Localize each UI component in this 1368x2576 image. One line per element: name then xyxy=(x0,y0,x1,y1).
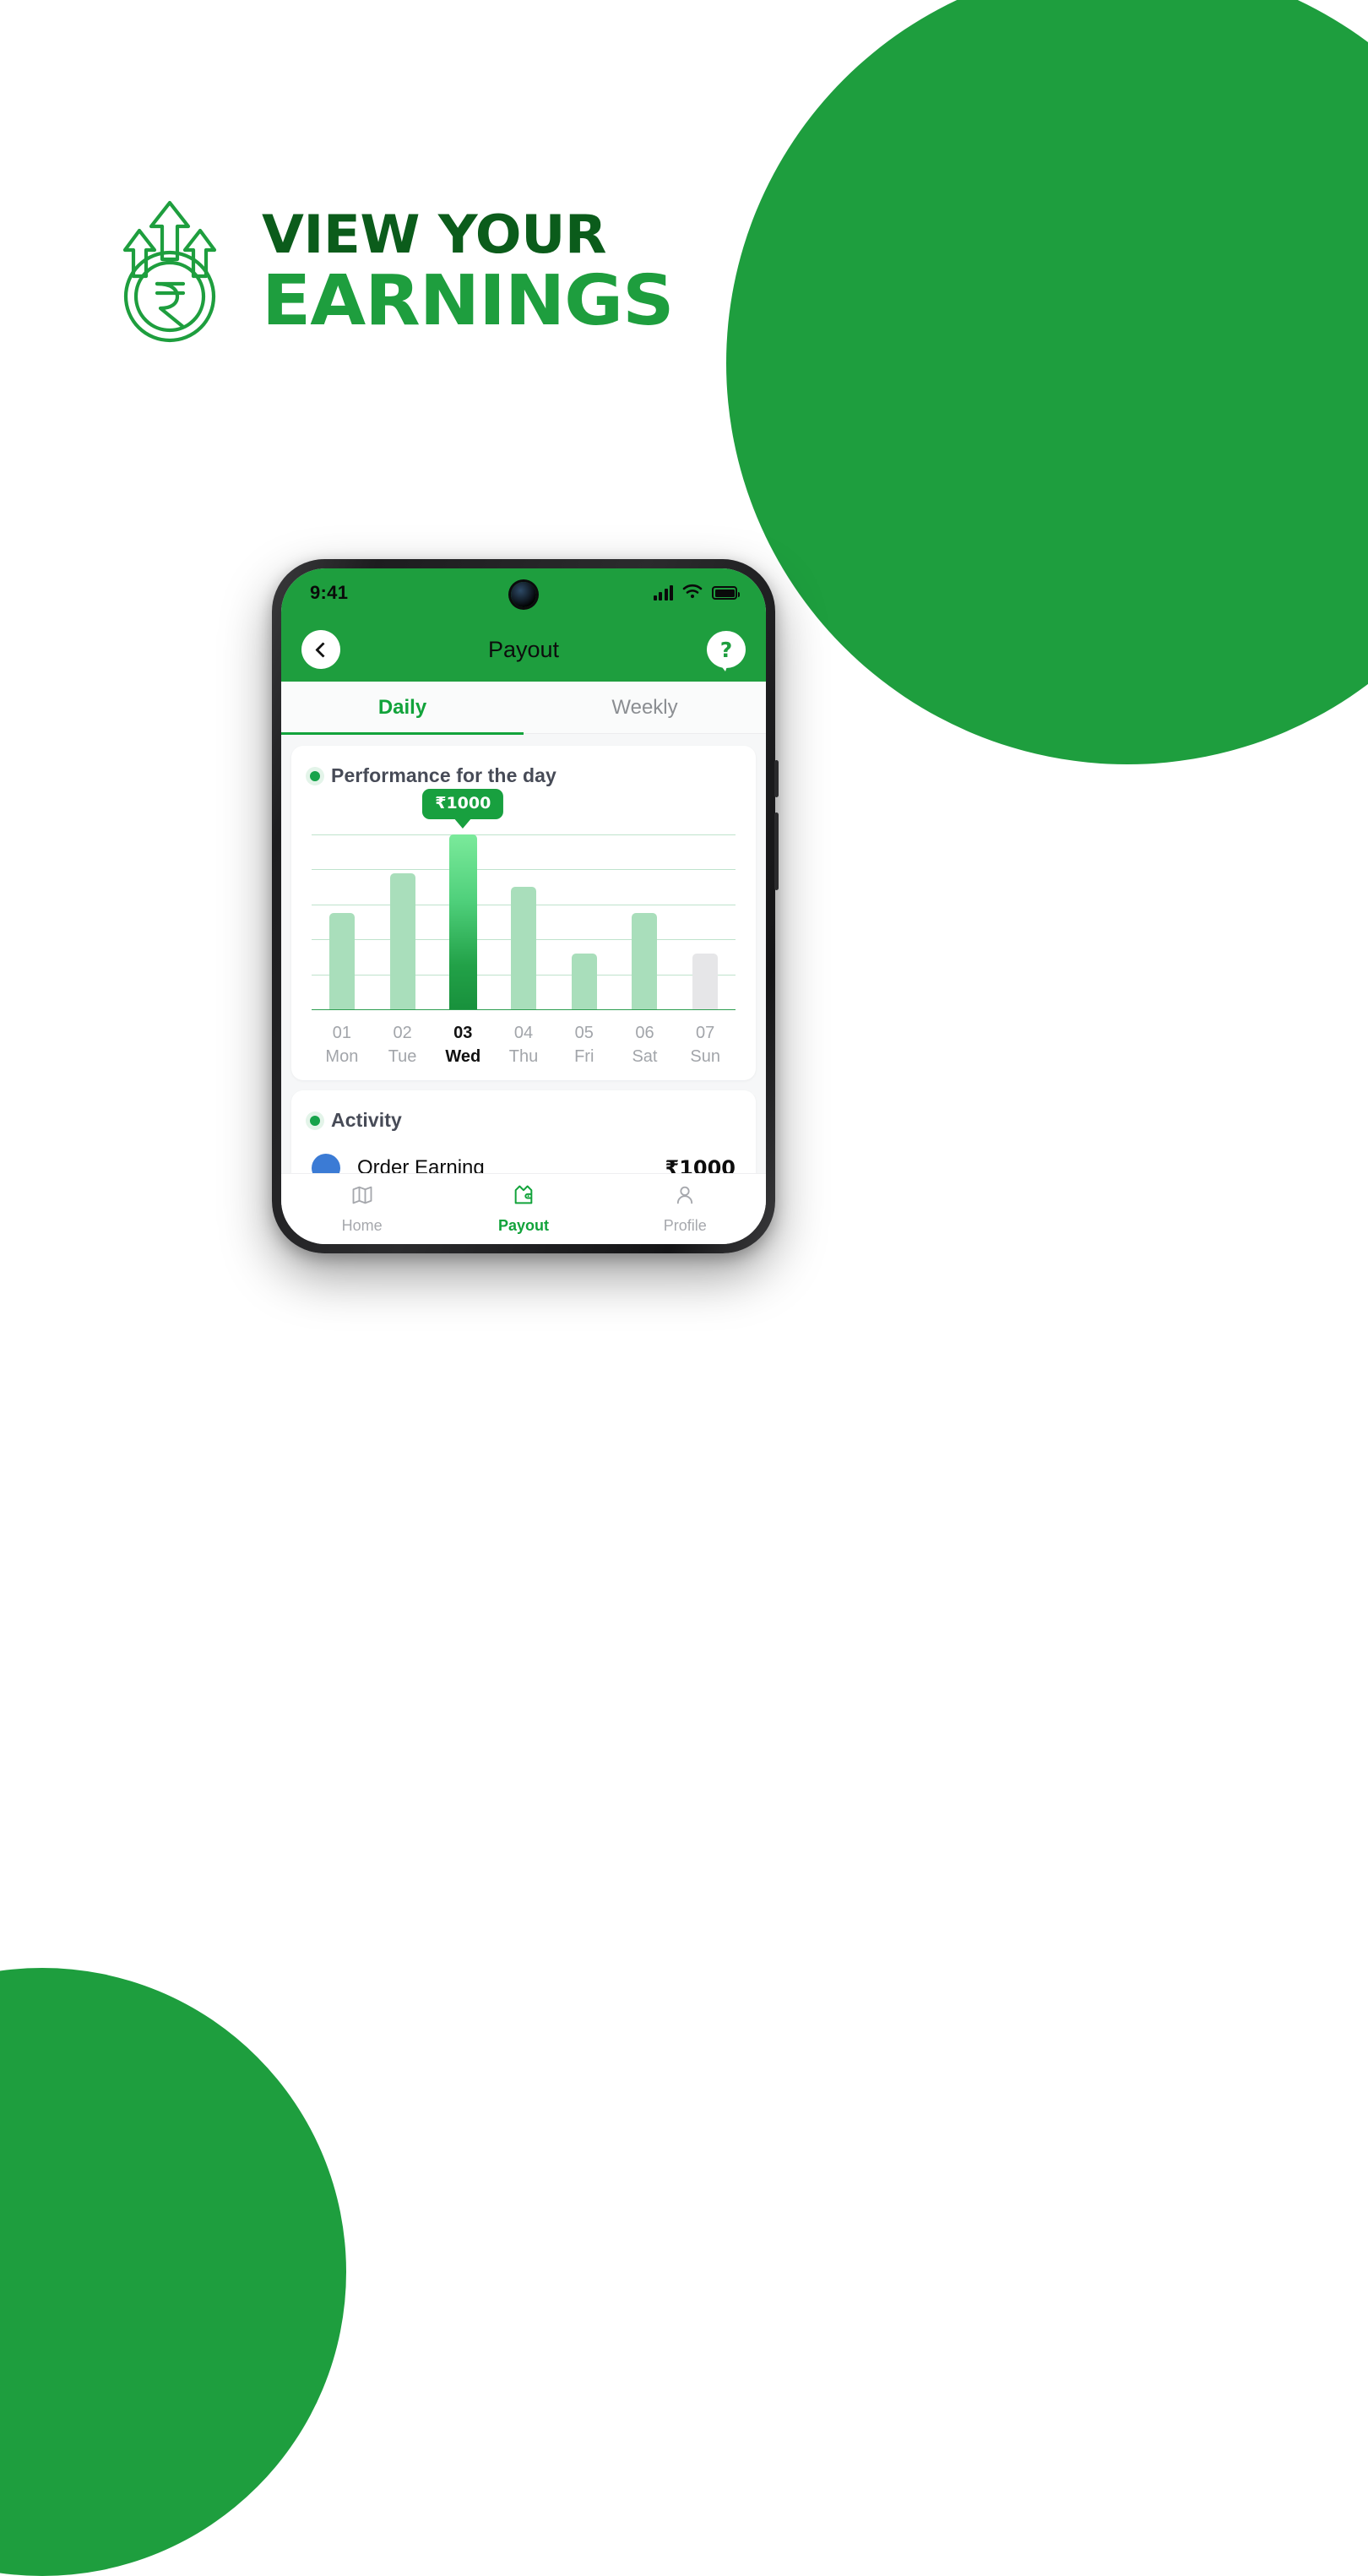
chart-x-tick-date: 05 xyxy=(574,1024,594,1042)
chart-bar[interactable] xyxy=(632,913,658,1009)
chart-bar[interactable] xyxy=(511,887,537,1009)
battery-full-icon xyxy=(712,586,740,600)
chart-bar-slot[interactable] xyxy=(493,834,554,1009)
nav-item-home[interactable]: Home xyxy=(281,1183,442,1235)
status-bar: 9:41 xyxy=(281,568,766,617)
bullet-dot-icon xyxy=(310,1115,320,1126)
status-time: 9:41 xyxy=(310,582,349,603)
activity-card-title: Activity xyxy=(331,1109,402,1131)
performance-card-title: Performance for the day xyxy=(331,764,556,786)
chart-plot-area: ₹1000 xyxy=(312,789,736,1010)
wifi-icon xyxy=(682,584,703,603)
page-title: Payout xyxy=(487,636,560,662)
tab-weekly[interactable]: Weekly xyxy=(524,682,766,733)
chart-bar-slot[interactable] xyxy=(372,834,433,1009)
nav-label-home: Home xyxy=(341,1217,383,1234)
performance-card: Performance for the day ₹1000 01 Mon 02 Tue… xyxy=(291,746,756,1080)
promo-headline-line1: VIEW YOUR xyxy=(262,204,607,266)
chart-x-tick-date: 06 xyxy=(635,1024,654,1042)
activity-row[interactable]: Order Earning ₹1000 xyxy=(310,1139,737,1173)
tab-bar: Daily Weekly xyxy=(281,682,766,735)
chart-x-tick[interactable]: 01 Mon xyxy=(312,1024,372,1067)
chevron-left-icon xyxy=(314,641,331,658)
chart-x-tick[interactable]: 04 Thu xyxy=(493,1024,554,1067)
chart-x-tick-date: 07 xyxy=(696,1024,715,1042)
chart-bar-slot[interactable] xyxy=(554,834,615,1009)
chart-x-axis: 01 Mon 02 Tue 03 Wed 04 Thu 05 Fri 06 Sat 07 Sun xyxy=(312,1024,736,1067)
chart-bar[interactable] xyxy=(389,872,415,1009)
back-button[interactable] xyxy=(301,630,340,669)
chart-bar-slot[interactable] xyxy=(675,834,736,1009)
activity-card: Activity Order Earning₹1000Customer Tips… xyxy=(291,1090,756,1173)
nav-label-profile: Profile xyxy=(663,1217,707,1234)
chart-x-tick-day: Sat xyxy=(632,1047,658,1066)
chart-x-tick-day: Thu xyxy=(508,1047,539,1066)
chart-x-tick-date: 02 xyxy=(393,1024,412,1042)
chart-x-tick-date: 04 xyxy=(513,1024,534,1042)
activity-row-label: Order Earning xyxy=(357,1156,485,1173)
phone-screen: 9:41 Payout ? Daily Weekly Performance f… xyxy=(281,568,766,1244)
nav-item-payout[interactable]: Payout xyxy=(442,1183,604,1235)
earnings-bar-chart: ₹1000 01 Mon 02 Tue 03 Wed 04 Thu 05 Fri 06 Sat 07 Su… xyxy=(310,789,737,1067)
chart-x-tick-day: Wed xyxy=(445,1047,481,1066)
bottom-navigation: Home Payout Profile xyxy=(281,1173,766,1244)
nav-label-payout: Payout xyxy=(497,1217,549,1234)
chart-x-tick-day: Mon xyxy=(325,1047,359,1066)
chart-x-tick-day: Sun xyxy=(690,1047,720,1066)
chart-bars: ₹1000 xyxy=(312,789,736,1009)
chart-bar[interactable]: ₹1000 xyxy=(422,789,504,1009)
activity-color-dot-icon xyxy=(312,1154,340,1173)
help-question-icon: ? xyxy=(719,637,733,662)
chart-bar-slot[interactable]: ₹1000 xyxy=(422,789,504,1009)
chart-bar[interactable] xyxy=(328,913,355,1009)
rupee-coin-growth-arrows-icon xyxy=(118,198,221,346)
front-camera-punchhole-icon xyxy=(511,582,536,607)
help-button[interactable]: ? xyxy=(707,631,746,671)
chart-x-tick[interactable]: 02 Tue xyxy=(372,1024,433,1067)
decorative-circle-bottom-left xyxy=(0,1968,346,2576)
chart-bar-slot[interactable] xyxy=(312,834,372,1009)
app-content: Performance for the day ₹1000 01 Mon 02 Tue… xyxy=(281,734,766,1173)
tab-daily[interactable]: Daily xyxy=(281,682,524,735)
chart-x-tick-day: Tue xyxy=(388,1047,417,1066)
map-icon xyxy=(350,1183,374,1211)
promo-banner: VIEW YOUR EARNINGS xyxy=(118,198,675,346)
chart-x-tick-date: 03 xyxy=(453,1024,473,1042)
status-indicators xyxy=(653,584,740,603)
phone-mockup: 9:41 Payout ? Daily Weekly Performance f… xyxy=(272,559,779,1253)
activity-card-header: Activity xyxy=(310,1109,737,1132)
chart-bar-slot[interactable] xyxy=(615,834,676,1009)
decorative-circle-top-right xyxy=(726,0,1368,764)
chart-value-tooltip: ₹1000 xyxy=(422,789,504,819)
app-header: Payout ? xyxy=(281,617,766,682)
nav-item-profile[interactable]: Profile xyxy=(605,1183,766,1235)
activity-row-value: ₹1000 xyxy=(665,1156,736,1173)
phone-power-button xyxy=(774,812,779,890)
promo-headline-line2: EARNINGS xyxy=(262,260,675,341)
performance-card-header: Performance for the day xyxy=(310,764,737,787)
wallet-icon xyxy=(512,1183,535,1211)
chart-bar[interactable] xyxy=(571,953,597,1009)
chart-x-tick[interactable]: 03 Wed xyxy=(432,1024,493,1067)
cellular-signal-icon xyxy=(653,585,673,601)
chart-x-tick-day: Fri xyxy=(574,1047,594,1066)
chart-x-tick[interactable]: 07 Sun xyxy=(675,1024,736,1067)
chart-bar[interactable] xyxy=(692,953,719,1009)
phone-volume-button xyxy=(774,760,779,797)
person-icon xyxy=(673,1183,697,1211)
chart-x-tick-date: 01 xyxy=(332,1024,351,1042)
bullet-dot-icon xyxy=(310,770,320,781)
activity-list: Order Earning₹1000Customer Tips₹500Activ… xyxy=(310,1139,737,1173)
chart-x-tick[interactable]: 05 Fri xyxy=(554,1024,615,1067)
chart-x-tick[interactable]: 06 Sat xyxy=(615,1024,676,1067)
